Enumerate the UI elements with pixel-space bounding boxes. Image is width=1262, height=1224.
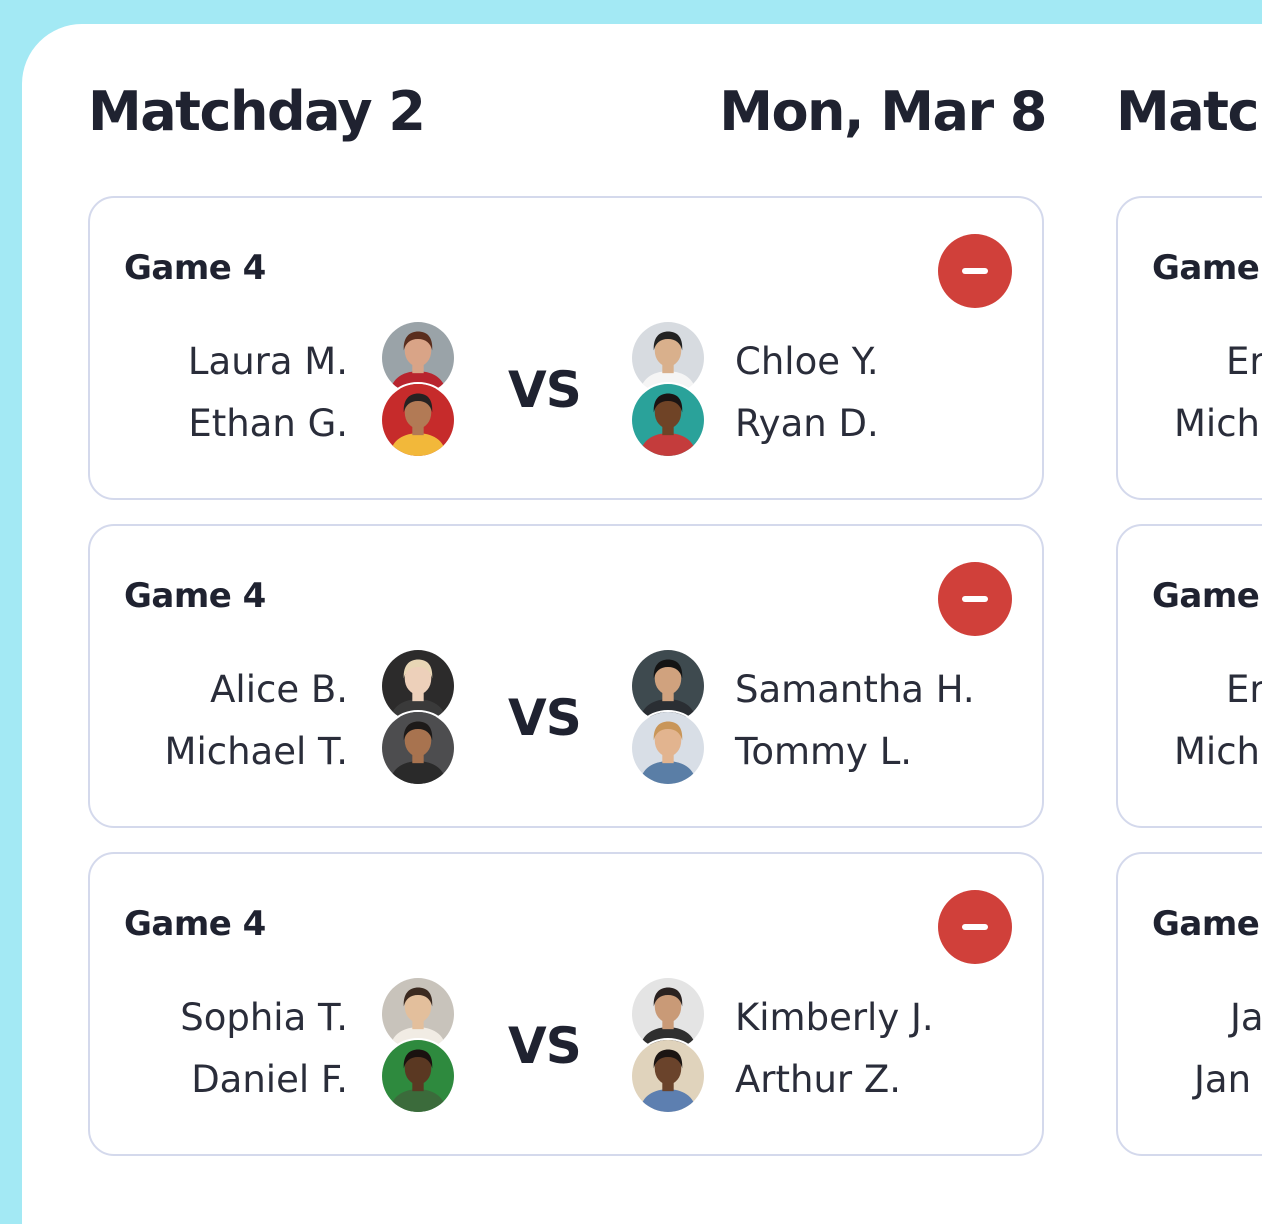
game-card[interactable]: Game 4 Laura M. Ethan G. VS Chloe Y. Rya…: [88, 196, 1044, 500]
player-avatar: [380, 382, 456, 458]
minus-icon: [962, 268, 988, 274]
player-name: Kimberly J.: [735, 996, 934, 1039]
game-card[interactable]: Game Ja Jan: [1116, 852, 1262, 1156]
player-avatar: [630, 1038, 706, 1114]
player-name: Arthur Z.: [735, 1058, 902, 1101]
game-card[interactable]: Game Er Mich: [1116, 524, 1262, 828]
player-name: Samantha H.: [735, 668, 975, 711]
remove-game-button[interactable]: [938, 234, 1012, 308]
game-card[interactable]: Game 4 Sophia T. Daniel F. VS Kimberly J…: [88, 852, 1044, 1156]
game-card[interactable]: Game Er Mich: [1116, 196, 1262, 500]
matchday-title: Matc: [1116, 80, 1260, 143]
player-name: Er: [1226, 668, 1262, 711]
player-name: Mich: [1174, 402, 1260, 445]
avatar-portrait: [382, 1040, 454, 1112]
avatar-portrait: [632, 712, 704, 784]
player-avatar: [380, 710, 456, 786]
player-name: Daniel F.: [191, 1058, 348, 1101]
player-name: Jan: [1194, 1058, 1252, 1101]
player-avatar: [630, 382, 706, 458]
versus-label: VS: [508, 1017, 582, 1075]
player-name: Tommy L.: [735, 730, 913, 773]
avatar-portrait: [382, 384, 454, 456]
player-name: Er: [1226, 340, 1262, 383]
game-label: Game: [1152, 248, 1260, 288]
remove-game-button[interactable]: [938, 562, 1012, 636]
game-label: Game: [1152, 904, 1260, 944]
player-name: Laura M.: [187, 340, 348, 383]
matchday-title: Matchday 2: [88, 80, 426, 143]
game-label: Game: [1152, 576, 1260, 616]
minus-icon: [962, 596, 988, 602]
avatar-portrait: [382, 712, 454, 784]
avatar-portrait: [632, 384, 704, 456]
player-avatar: [630, 710, 706, 786]
matchday-date: Mon, Mar 8: [719, 80, 1047, 143]
player-name: Alice B.: [210, 668, 348, 711]
player-name: Ryan D.: [735, 402, 879, 445]
game-label: Game 4: [124, 576, 266, 616]
versus-label: VS: [508, 689, 582, 747]
game-label: Game 4: [124, 904, 266, 944]
game-label: Game 4: [124, 248, 266, 288]
player-name: Michael T.: [164, 730, 348, 773]
player-name: Chloe Y.: [735, 340, 879, 383]
versus-label: VS: [508, 361, 582, 419]
avatar-portrait: [632, 1040, 704, 1112]
player-name: Ja: [1230, 996, 1262, 1039]
schedule-panel: Matchday 2 Mon, Mar 8 Game 4 Laura M. Et…: [22, 24, 1262, 1224]
player-name: Ethan G.: [188, 402, 348, 445]
minus-icon: [962, 924, 988, 930]
player-name: Sophia T.: [180, 996, 348, 1039]
player-name: Mich: [1174, 730, 1260, 773]
remove-game-button[interactable]: [938, 890, 1012, 964]
game-card[interactable]: Game 4 Alice B. Michael T. VS Samantha H…: [88, 524, 1044, 828]
player-avatar: [380, 1038, 456, 1114]
